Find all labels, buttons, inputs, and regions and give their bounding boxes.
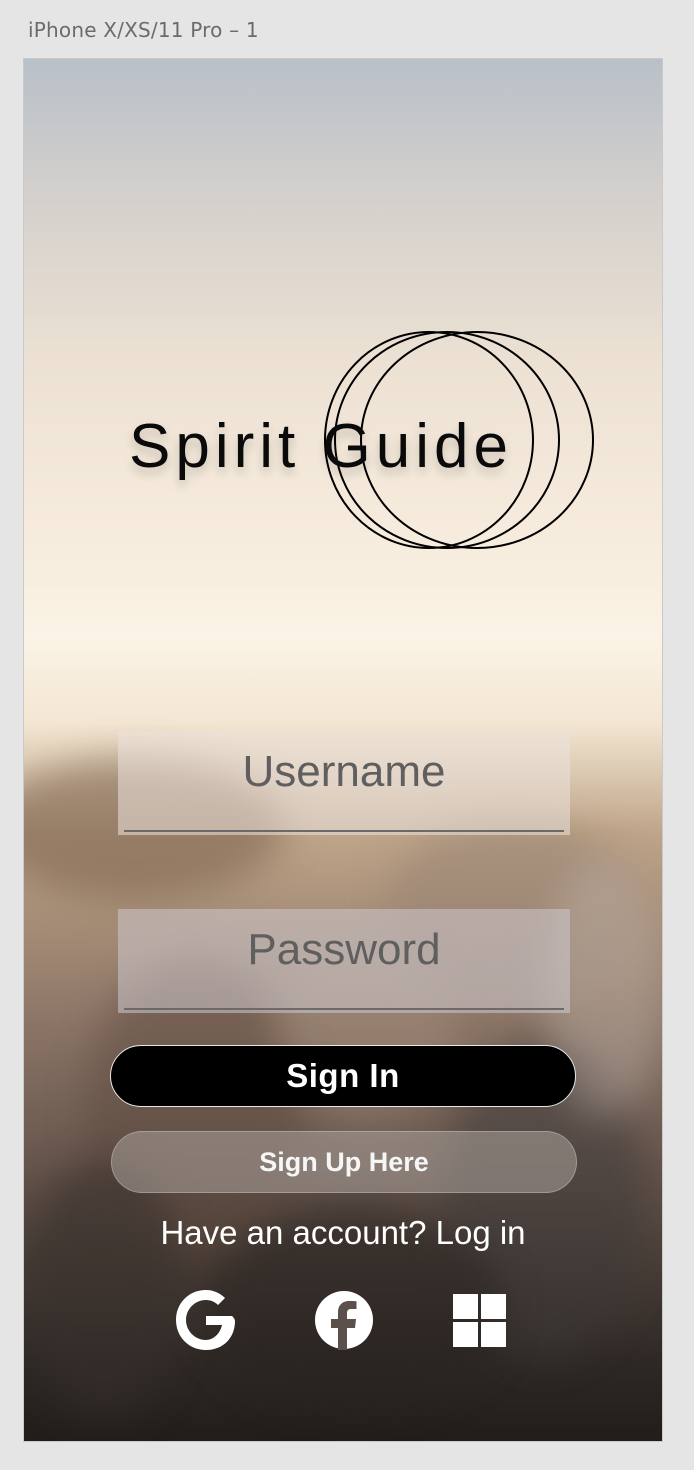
password-placeholder: Password xyxy=(247,925,441,974)
facebook-icon[interactable] xyxy=(313,1289,375,1351)
background-blur xyxy=(24,1159,184,1419)
sign-in-button[interactable]: Sign In xyxy=(110,1045,576,1107)
password-field[interactable]: Password xyxy=(118,909,570,1013)
windows-icon[interactable] xyxy=(450,1289,512,1351)
username-field[interactable]: Username xyxy=(118,731,570,835)
artboard-label: iPhone X/XS/11 Pro – 1 xyxy=(28,18,259,42)
google-icon[interactable] xyxy=(175,1289,237,1351)
sign-up-button[interactable]: Sign Up Here xyxy=(111,1131,577,1193)
username-placeholder: Username xyxy=(242,747,446,796)
phone-screen: Spirit Guide Username Password Sign In S… xyxy=(23,58,663,1442)
app-title: Spirit Guide xyxy=(129,412,513,481)
login-link[interactable]: Have an account? Log in xyxy=(24,1214,662,1252)
username-underline xyxy=(124,830,564,832)
password-underline xyxy=(124,1008,564,1010)
